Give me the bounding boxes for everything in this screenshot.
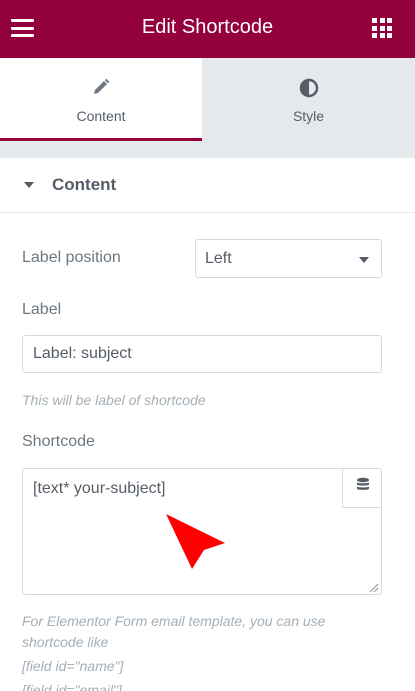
label-description: This will be label of shortcode [22,392,206,408]
shortcode-field-label: Shortcode [22,433,95,450]
resize-handle-icon[interactable] [368,580,379,593]
chevron-down-icon [359,257,369,263]
label-position-select[interactable]: Left [195,239,382,278]
caret-down-icon [24,182,34,188]
pencil-icon [0,78,202,98]
tab-content-label: Content [76,108,126,124]
shortcode-description-line-2: shortcode like [22,634,109,650]
grid-apps-icon[interactable] [372,18,392,38]
label-position-label: Label position [22,249,121,266]
shortcode-description-line-1: For Elementor Form email template, you c… [22,613,326,629]
panel-title: Edit Shortcode [141,16,274,38]
shortcode-description-line-3: [field id="name"] [22,658,124,674]
half-circle-contrast-icon [202,78,415,98]
editor-header: Edit Shortcode [0,0,415,58]
label-input[interactable] [22,335,382,373]
tab-content[interactable]: Content [0,58,202,141]
tab-style-label: Style [292,108,325,124]
section-toggle-content[interactable]: Content [0,158,415,213]
database-icon [356,477,370,498]
label-position-value: Left [205,250,232,267]
panel-tabs: Content Style [0,58,415,141]
pointer-cursor-icon [163,512,227,572]
shortcode-description-line-4: [field id="email"] [22,682,122,691]
dynamic-tags-button[interactable] [342,468,382,508]
section-title: Content [52,175,117,194]
label-field-label: Label [22,301,62,318]
panel-divider [0,141,415,158]
tab-style[interactable]: Style [202,58,415,141]
